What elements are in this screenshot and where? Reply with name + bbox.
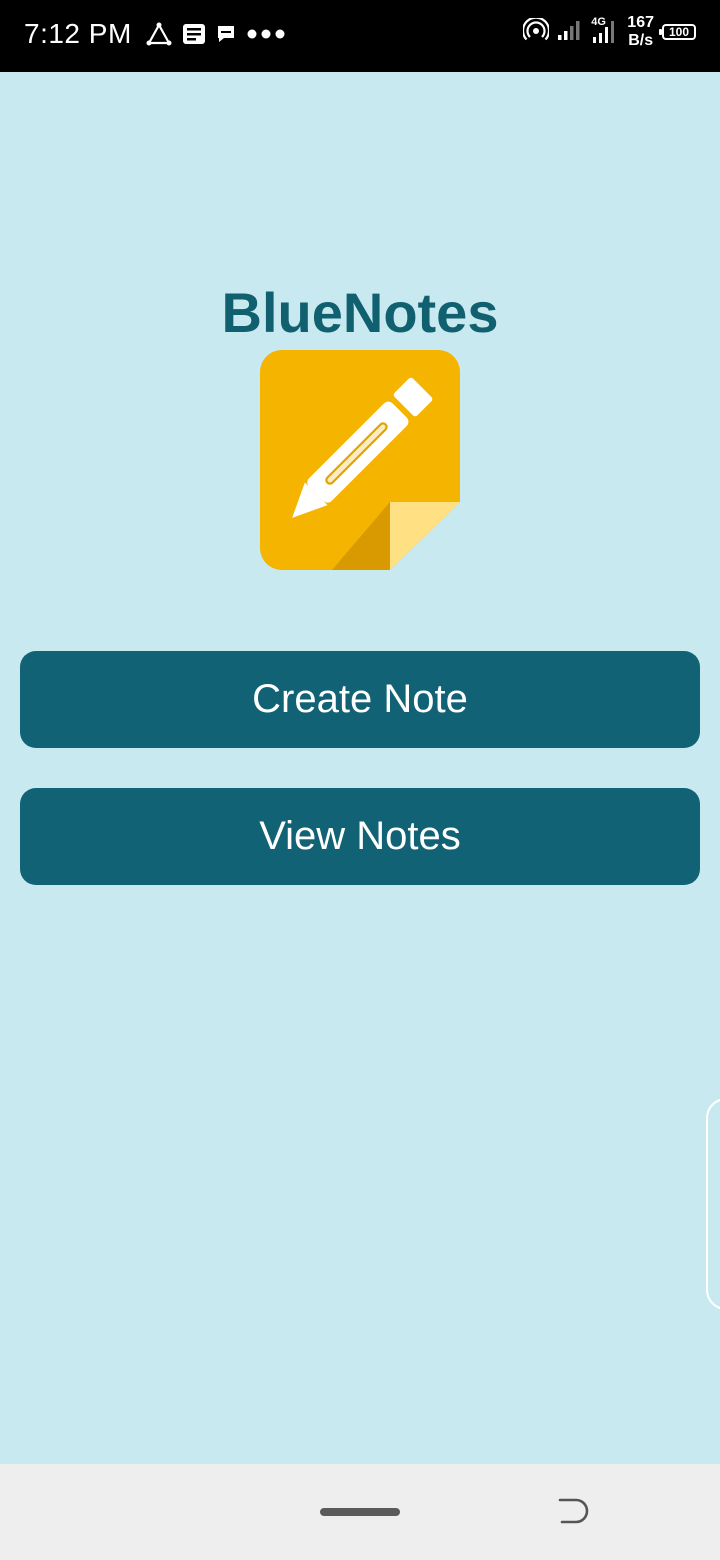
note-pencil-logo (260, 350, 460, 570)
triangle-nodes-icon (146, 22, 172, 46)
view-notes-label: View Notes (259, 814, 461, 858)
create-note-label: Create Note (252, 677, 468, 721)
network-speed: 167 B/s (627, 14, 654, 50)
edge-panel-handle[interactable] (706, 1098, 720, 1310)
status-notification-icons (146, 22, 286, 46)
status-bar: 7:12 PM 4G 167 B/s 100 (0, 0, 720, 72)
speed-value: 167 (627, 14, 654, 31)
speed-unit: B/s (628, 32, 654, 49)
message-icon (216, 24, 236, 44)
battery-level: 100 (668, 25, 690, 39)
news-icon (182, 23, 206, 45)
view-notes-button[interactable]: View Notes (20, 788, 700, 885)
create-note-button[interactable]: Create Note (20, 651, 700, 748)
status-time: 7:12 PM (24, 18, 132, 49)
home-pill[interactable] (320, 1508, 400, 1516)
status-system-icons: 4G 167 B/s 100 (522, 14, 696, 50)
network-4g-icon: 4G (591, 16, 619, 45)
app-title: BlueNotes (221, 281, 499, 344)
back-icon[interactable] (556, 1494, 590, 1528)
more-dots-icon (246, 28, 286, 40)
battery-icon: 100 (659, 24, 696, 40)
navigation-bar (0, 1464, 720, 1560)
signal-bars-icon (557, 19, 583, 46)
hotspot-icon (522, 16, 551, 47)
